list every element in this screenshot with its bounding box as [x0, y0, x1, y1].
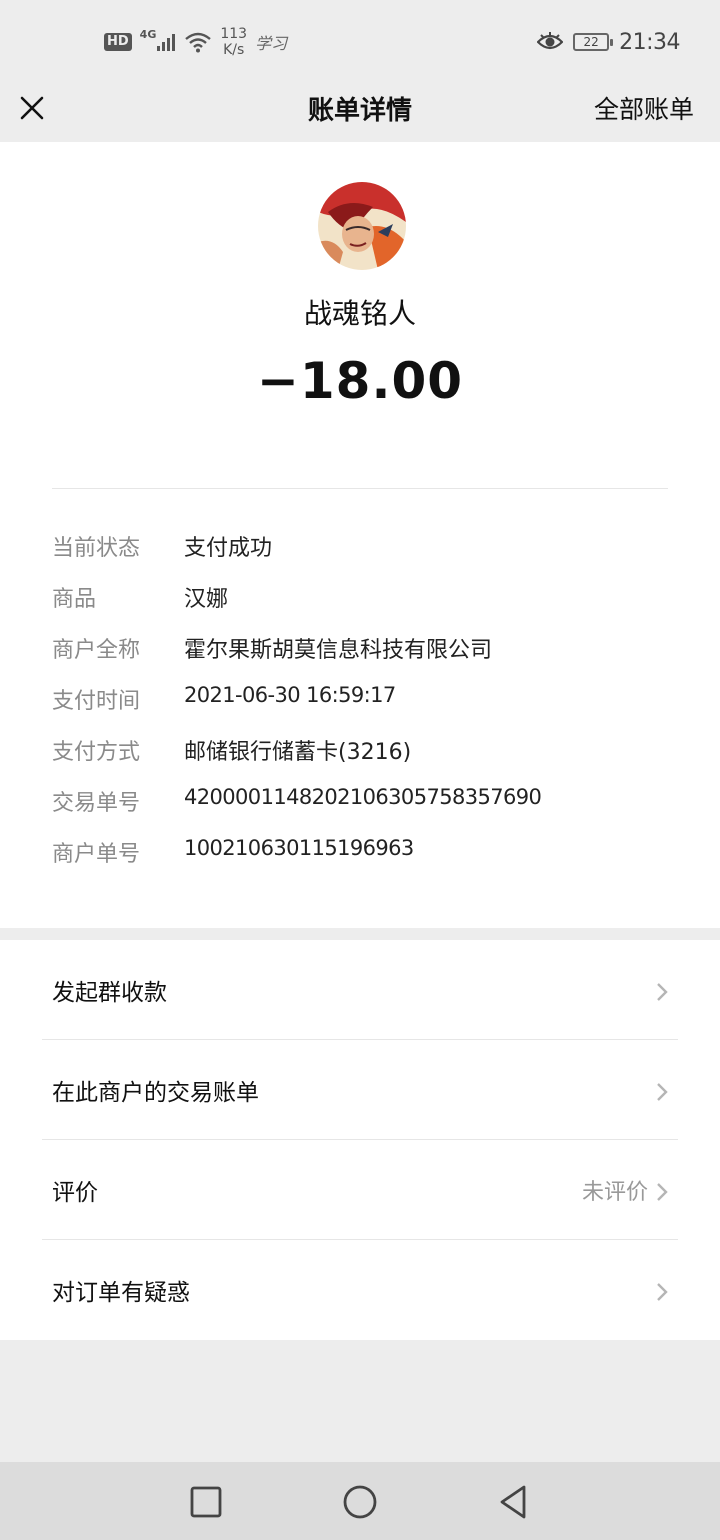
system-nav-bar: [0, 1462, 720, 1540]
speed-unit: K/s: [223, 42, 245, 58]
detail-row-status: 当前状态 支付成功: [52, 524, 672, 575]
detail-row-merchant-order-id: 商户单号 100210630115196963: [52, 830, 672, 881]
signal-icon: [157, 34, 176, 51]
detail-row-pay-time: 支付时间 2021-06-30 16:59:17: [52, 677, 672, 728]
detail-label: 交易单号: [52, 791, 141, 816]
chevron-right-icon: [657, 1083, 668, 1101]
action-label: 评价: [52, 1180, 98, 1206]
amount: −18.00: [256, 352, 464, 410]
avatar-image: [318, 182, 406, 270]
battery-icon: 22: [573, 33, 614, 51]
all-bills-link[interactable]: 全部账单: [594, 90, 694, 126]
hd-badge: HD: [104, 33, 132, 51]
detail-value: 邮储银行储蓄卡(3216): [184, 740, 412, 765]
detail-value[interactable]: 4200001148202106305758357690: [184, 785, 542, 809]
divider: [52, 488, 668, 489]
status-bar: HD 4G 113 K/s 学习 22 21:34: [0, 0, 720, 80]
detail-value: 支付成功: [184, 536, 273, 561]
nav-bar: 账单详情 全部账单: [0, 80, 720, 142]
action-label: 对订单有疑惑: [52, 1280, 190, 1306]
network-type: 4G: [139, 27, 157, 41]
detail-list: 当前状态 支付成功 商品 汉娜 商户全称 霍尔果斯胡莫信息科技有限公司 支付时间…: [52, 524, 672, 881]
detail-value[interactable]: 100210630115196963: [184, 836, 414, 860]
detail-label: 商户单号: [52, 842, 141, 867]
wifi-icon: [185, 32, 212, 53]
merchant-avatar: [318, 182, 406, 270]
screen: HD 4G 113 K/s 学习 22 21:34 账单详情 全部账单 战魂铭人…: [0, 0, 720, 1540]
detail-row-merchant-fullname: 商户全称 霍尔果斯胡莫信息科技有限公司: [52, 626, 672, 677]
detail-row-pay-method: 支付方式 邮储银行储蓄卡(3216): [52, 728, 672, 779]
recent-apps-icon[interactable]: [186, 1482, 226, 1522]
detail-label: 商户全称: [52, 638, 141, 663]
detail-label: 当前状态: [52, 536, 141, 561]
detail-label: 支付方式: [52, 740, 141, 765]
detail-label: 支付时间: [52, 689, 141, 714]
status-left: HD 4G 113 K/s 学习: [104, 22, 287, 62]
status-right: 22 21:34: [537, 26, 680, 58]
bill-card: 战魂铭人 −18.00 当前状态 支付成功 商品 汉娜 商户全称 霍尔果斯胡莫信…: [0, 142, 720, 928]
speed-value: 113: [220, 26, 248, 42]
detail-value: 霍尔果斯胡莫信息科技有限公司: [184, 638, 493, 663]
notification-app-icon: 学习: [255, 34, 288, 53]
action-label: 发起群收款: [52, 980, 167, 1006]
review-status: 未评价: [581, 1180, 648, 1205]
action-merchant-bills[interactable]: 在此商户的交易账单: [0, 1040, 720, 1140]
detail-value: 2021-06-30 16:59:17: [184, 683, 396, 707]
detail-row-product: 商品 汉娜: [52, 575, 672, 626]
home-icon[interactable]: [340, 1482, 380, 1522]
network-speed: 113 K/s: [220, 26, 247, 58]
clock: 21:34: [619, 29, 680, 55]
chevron-right-icon: [657, 1183, 668, 1201]
chevron-right-icon: [657, 1283, 668, 1301]
back-icon[interactable]: [494, 1482, 534, 1522]
detail-label: 商品: [52, 587, 97, 612]
merchant-name: 战魂铭人: [303, 297, 416, 330]
detail-row-transaction-id: 交易单号 4200001148202106305758357690: [52, 779, 672, 830]
action-review[interactable]: 评价 未评价: [0, 1140, 720, 1240]
action-group-collect[interactable]: 发起群收款: [0, 940, 720, 1040]
detail-value: 汉娜: [184, 587, 229, 612]
action-order-question[interactable]: 对订单有疑惑: [0, 1240, 720, 1340]
chevron-right-icon: [657, 983, 668, 1001]
action-label: 在此商户的交易账单: [52, 1080, 259, 1106]
action-list: 发起群收款 在此商户的交易账单 评价 未评价 对订单有疑惑: [0, 940, 720, 1340]
eye-icon: [537, 32, 564, 50]
